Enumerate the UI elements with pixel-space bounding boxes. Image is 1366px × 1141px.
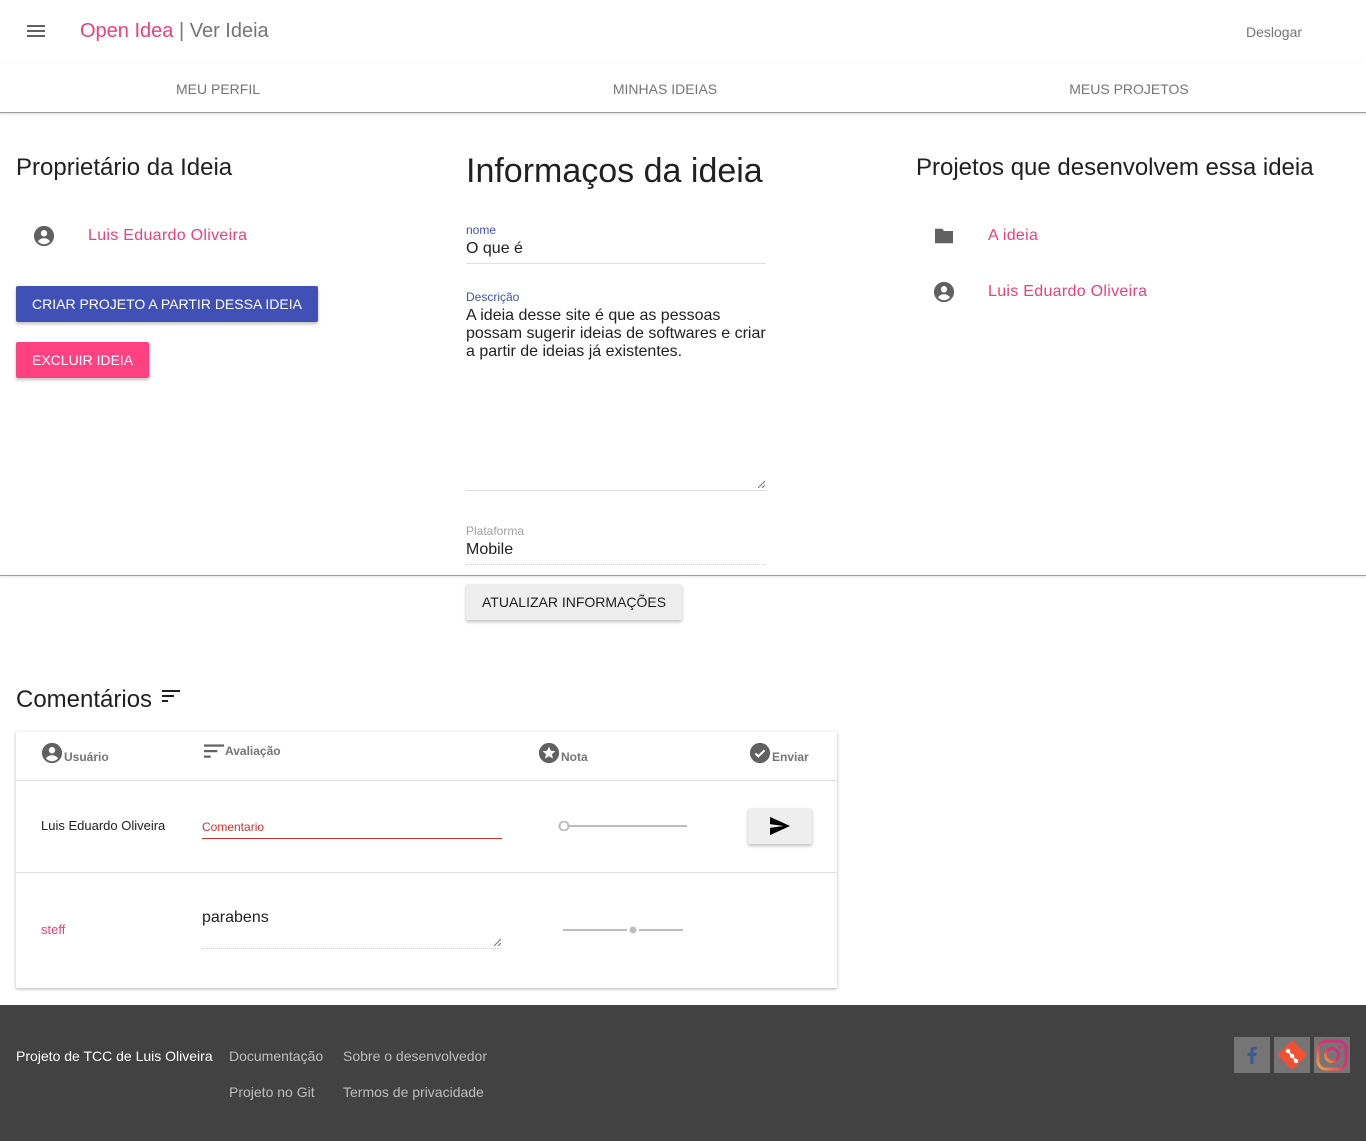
footer-link-privacy[interactable]: Termos de privacidade — [343, 1084, 484, 1100]
page-name: Ver Ideia — [189, 20, 269, 42]
send-button[interactable] — [748, 808, 812, 844]
column-header-send: Enviar — [749, 742, 809, 764]
instagram-icon — [1316, 1039, 1348, 1071]
tab-meus-projetos[interactable]: Meus projetos — [1069, 81, 1189, 97]
column-label-send: Enviar — [772, 750, 809, 764]
account-circle-icon — [33, 225, 55, 247]
column-label-grade: Nota — [561, 750, 588, 764]
git-button[interactable] — [1274, 1037, 1310, 1073]
sort-icon — [204, 744, 224, 758]
comments-table: Usuário Avaliação Nota Enviar Luis Eduar… — [16, 732, 837, 988]
title-separator: | — [173, 20, 190, 42]
plataforma-label: Plataforma — [466, 524, 525, 538]
menu-icon[interactable] — [24, 22, 48, 42]
column-label-evaluation: Avaliação — [225, 744, 281, 758]
git-icon — [1277, 1040, 1307, 1070]
comment-user-link[interactable]: steff — [41, 922, 65, 937]
resize-handle-icon — [493, 938, 501, 946]
row-divider — [16, 872, 837, 873]
instagram-button[interactable] — [1314, 1037, 1350, 1073]
tab-bar: Meu perfil Minhas ideias Meus projetos — [0, 64, 1366, 113]
column-header-evaluation: Avaliação — [204, 742, 281, 758]
sort-icon — [162, 690, 180, 702]
update-info-button[interactable]: Atualizar informações — [466, 584, 683, 620]
logout-button[interactable]: Deslogar — [1246, 24, 1302, 40]
nome-label: nome — [466, 223, 497, 237]
comment-text: parabens — [202, 908, 502, 949]
resize-handle-icon[interactable] — [757, 480, 765, 488]
project-link-user[interactable]: Luis Eduardo Oliveira — [988, 283, 1147, 301]
project-link-a-ideia[interactable]: A ideia — [988, 227, 1038, 245]
delete-idea-button[interactable]: Excluir ideia — [16, 342, 150, 378]
row-divider — [16, 780, 837, 781]
footer-link-git[interactable]: Projeto no Git — [229, 1084, 315, 1100]
grade-slider[interactable] — [558, 821, 688, 831]
create-project-button[interactable]: Criar projeto a partir dessa ideia — [16, 286, 318, 322]
facebook-button[interactable] — [1234, 1037, 1270, 1073]
footer-owner-text: Projeto de TCC de Luis Oliveira — [16, 1048, 213, 1064]
section-divider — [0, 575, 1366, 576]
plataforma-field[interactable]: Mobile — [466, 541, 766, 565]
tab-meu-perfil[interactable]: Meu perfil — [176, 81, 260, 97]
projects-heading: Projetos que desenvolvem essa ideia — [916, 154, 1314, 181]
column-header-grade: Nota — [538, 742, 588, 764]
nome-field[interactable]: O que é — [466, 240, 766, 264]
column-label-user: Usuário — [64, 750, 109, 764]
facebook-icon — [1247, 1046, 1257, 1064]
comment-input-placeholder: Comentario — [202, 820, 265, 834]
grade-slider-readonly — [563, 926, 683, 934]
comments-heading: Comentários — [16, 686, 153, 713]
app-title: Open Idea | Ver Ideia — [80, 20, 269, 43]
tab-minhas-ideias[interactable]: Minhas ideias — [613, 81, 717, 97]
descricao-textarea[interactable]: A ideia desse site é que as pessoas poss… — [466, 307, 766, 491]
comment-text-value: parabens — [202, 909, 269, 926]
column-header-user: Usuário — [41, 742, 109, 764]
check-circle-icon — [749, 742, 771, 764]
footer-link-documentation[interactable]: Documentação — [229, 1048, 323, 1064]
descricao-text: A ideia desse site é que as pessoas poss… — [466, 307, 766, 360]
brand-name: Open Idea — [80, 20, 174, 42]
owner-heading: Proprietário da Ideia — [16, 154, 233, 181]
account-circle-icon — [41, 742, 63, 764]
descricao-label: Descrição — [466, 290, 520, 304]
new-comment-user: Luis Eduardo Oliveira — [41, 818, 166, 833]
folder-icon — [935, 228, 953, 244]
comment-input[interactable]: Comentario — [202, 812, 502, 839]
info-heading: Informaços da ideia — [466, 152, 763, 190]
star-circle-icon — [538, 742, 560, 764]
footer-link-about[interactable]: Sobre o desenvolvedor — [343, 1048, 487, 1064]
owner-name-link[interactable]: Luis Eduardo Oliveira — [88, 227, 247, 245]
send-icon — [770, 816, 790, 836]
footer: Projeto de TCC de Luis Oliveira Document… — [0, 1005, 1366, 1141]
account-circle-icon — [933, 281, 955, 303]
